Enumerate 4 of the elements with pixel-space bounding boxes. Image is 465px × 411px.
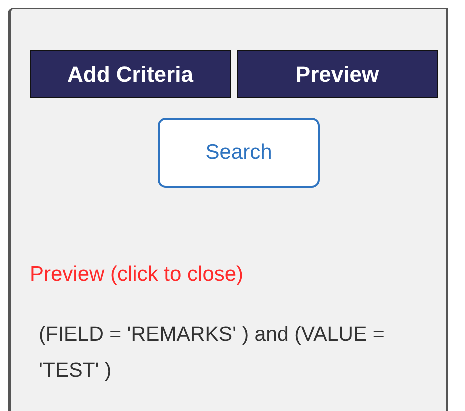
action-button[interactable]: Add Criteria [30, 50, 231, 98]
action-button[interactable]: Preview [237, 50, 438, 98]
preview-text: (FIELD = 'REMARKS' ) and (VALUE = 'TEST' ) [38, 322, 386, 384]
search-button[interactable]: Search [158, 118, 320, 188]
